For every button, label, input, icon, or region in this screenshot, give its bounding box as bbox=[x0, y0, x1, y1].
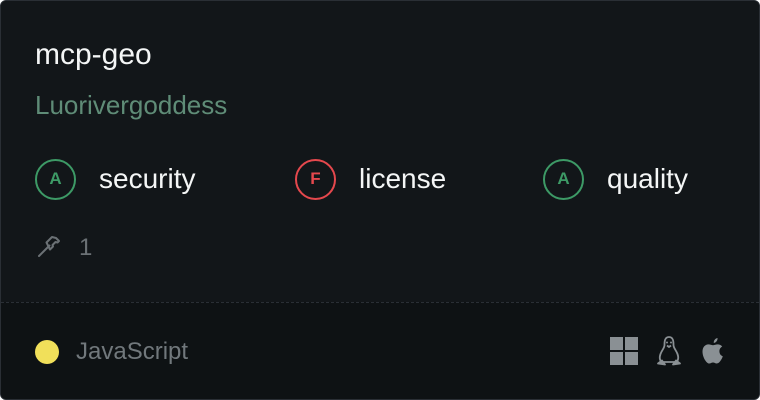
license-label: license bbox=[359, 163, 447, 194]
server-card[interactable]: mcp-geo Luorivergoddess A security F lic… bbox=[0, 0, 760, 400]
license-score[interactable]: F license bbox=[295, 156, 446, 202]
card-body: mcp-geo Luorivergoddess A security F lic… bbox=[1, 1, 759, 302]
apple-icon bbox=[698, 335, 728, 367]
tools-count-row: 1 bbox=[35, 231, 92, 265]
quality-grade-badge: A bbox=[543, 158, 584, 200]
quality-score[interactable]: A quality bbox=[543, 156, 688, 202]
license-grade-badge: F bbox=[295, 158, 336, 200]
linux-icon bbox=[654, 335, 684, 367]
quality-label: quality bbox=[607, 163, 688, 194]
security-grade-badge: A bbox=[35, 158, 76, 200]
windows-icon bbox=[609, 335, 639, 367]
hammer-icon bbox=[35, 232, 63, 265]
language-color-dot bbox=[35, 340, 59, 364]
security-label: security bbox=[99, 163, 196, 194]
language-name: JavaScript bbox=[76, 338, 189, 365]
language-info: JavaScript bbox=[35, 336, 188, 368]
server-name[interactable]: mcp-geo bbox=[35, 37, 152, 73]
author-name[interactable]: Luorivergoddess bbox=[35, 89, 227, 121]
security-score[interactable]: A security bbox=[35, 156, 195, 202]
tools-count: 1 bbox=[79, 234, 93, 261]
